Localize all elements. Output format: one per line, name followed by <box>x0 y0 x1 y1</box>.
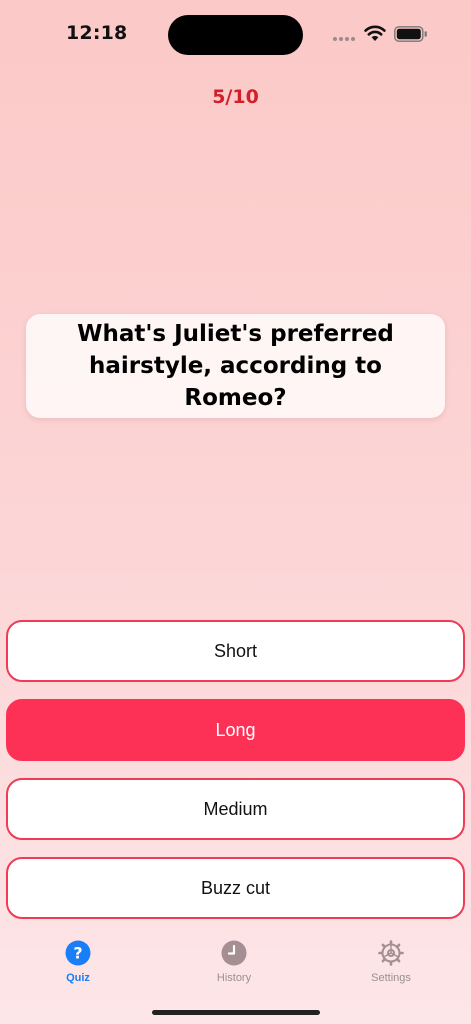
tab-history[interactable]: History <box>189 940 279 992</box>
tab-quiz[interactable]: ? Quiz <box>33 940 123 992</box>
gear-icon <box>378 940 404 966</box>
question-card: What's Juliet's preferred hairstyle, acc… <box>26 314 445 418</box>
answer-option-buzz-cut[interactable]: Buzz cut <box>6 857 465 919</box>
answer-option-short[interactable]: Short <box>6 620 465 682</box>
battery-icon <box>394 26 427 42</box>
answer-option-long[interactable]: Long <box>6 699 465 761</box>
question-circle-icon: ? <box>65 940 91 966</box>
tab-settings-label: Settings <box>371 972 411 984</box>
clock-icon <box>221 940 247 966</box>
tab-history-label: History <box>216 972 252 984</box>
dynamic-island <box>168 15 303 55</box>
tab-bar: ? Quiz History Settings <box>0 930 471 992</box>
home-indicator <box>152 1010 320 1015</box>
question-progress: 5/10 <box>212 86 259 108</box>
tab-settings[interactable]: Settings <box>346 940 436 992</box>
tab-quiz-label: Quiz <box>66 972 90 984</box>
question-text: What's Juliet's preferred hairstyle, acc… <box>77 321 394 411</box>
svg-text:?: ? <box>73 944 82 963</box>
answer-option-medium[interactable]: Medium <box>6 778 465 840</box>
status-bar: 12:18 <box>0 0 471 66</box>
status-time: 12:18 <box>66 22 128 44</box>
cellular-signal-icon <box>333 37 355 41</box>
wifi-icon <box>364 25 386 41</box>
